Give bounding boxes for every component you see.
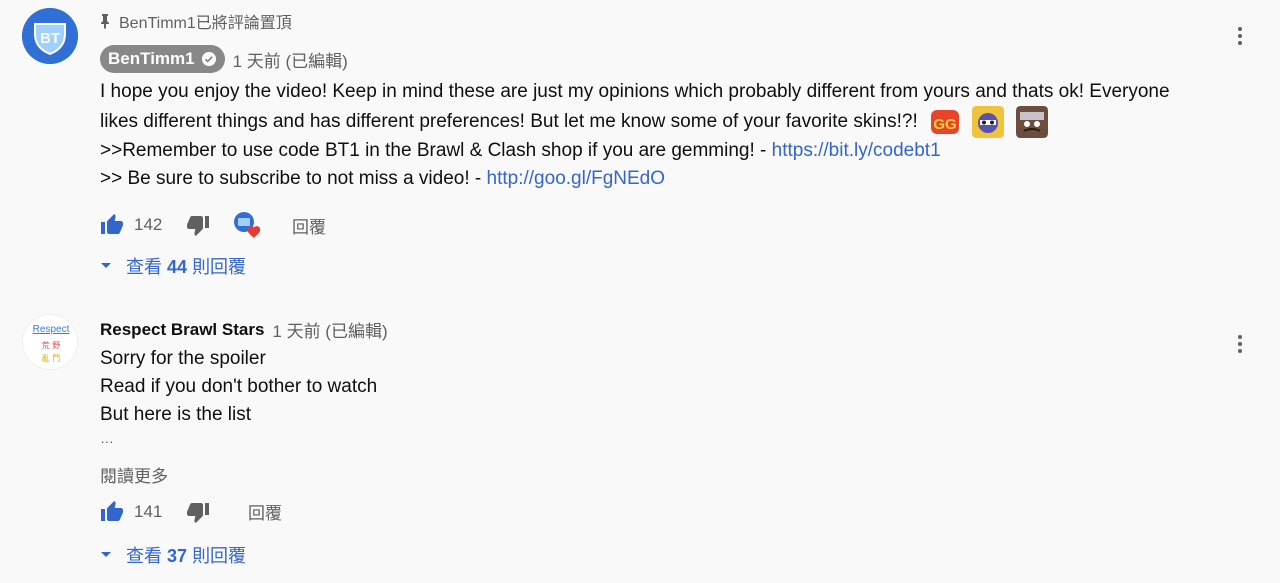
- avatar[interactable]: Respect 荒 野 亂 鬥: [22, 314, 78, 370]
- comment-thread: BT BenTimm1已將評論置頂 BenTimm1 1 天前 (已編輯) I …: [0, 0, 1280, 290]
- comment-header: Respect Brawl Stars 1 天前 (已編輯): [100, 317, 388, 342]
- view-replies-prefix: 查看: [126, 546, 162, 566]
- svg-text:BT: BT: [40, 30, 60, 47]
- caret-down-icon: [101, 263, 111, 268]
- like-count: 142: [134, 215, 163, 234]
- dislike-button[interactable]: [186, 500, 210, 524]
- view-replies-label: 查看 44 則回覆: [126, 253, 246, 279]
- pinned-label: BenTimm1已將評論置頂: [119, 15, 292, 32]
- creator-heart[interactable]: [232, 210, 264, 240]
- thumbs-up-icon[interactable]: [100, 500, 124, 524]
- avatar[interactable]: BT: [22, 8, 78, 64]
- subscribe-link[interactable]: http://goo.gl/FgNEdO: [487, 168, 666, 189]
- code-text: >>Remember to use code BT1 in the Brawl …: [100, 140, 772, 161]
- verified-check-icon: [201, 52, 216, 66]
- more-options-icon[interactable]: [1228, 24, 1252, 48]
- dislike-button[interactable]: [186, 213, 210, 237]
- replies-count: 37: [167, 546, 188, 566]
- view-replies-suffix: 則回覆: [192, 546, 247, 566]
- author-name[interactable]: Respect Brawl Stars: [100, 320, 264, 340]
- comment-thread: Respect 荒 野 亂 鬥 Respect Brawl Stars 1 天前…: [0, 300, 1280, 583]
- view-replies-suffix: 則回覆: [192, 257, 247, 277]
- svg-text:GG: GG: [933, 116, 956, 133]
- respect-logo-icon: Respect 荒 野 亂 鬥: [23, 315, 77, 369]
- thumbs-down-icon: [187, 216, 209, 236]
- comment-header: BenTimm1 1 天前 (已編輯): [100, 45, 348, 73]
- view-replies-label: 查看 37 則回覆: [126, 542, 246, 568]
- reply-button[interactable]: 回覆: [292, 213, 326, 238]
- replies-count: 44: [167, 257, 188, 277]
- comment-line: But here is the list: [100, 404, 252, 425]
- pinned-indicator: BenTimm1已將評論置頂: [99, 9, 292, 33]
- comment-line-subscribe: >> Be sure to subscribe to not miss a vi…: [100, 168, 665, 190]
- reply-button[interactable]: 回覆: [248, 499, 282, 524]
- comment-actions: 141 回覆: [100, 499, 282, 524]
- codebt1-link[interactable]: https://bit.ly/codebt1: [772, 140, 941, 161]
- read-more-button[interactable]: 閱讀更多: [100, 462, 168, 487]
- brawler-emoji-1-icon: [972, 106, 1005, 138]
- svg-text:荒 野: 荒 野: [42, 340, 61, 350]
- pin-icon: [101, 14, 109, 29]
- svg-text:Respect: Respect: [33, 324, 70, 335]
- view-replies-button[interactable]: 查看 37 則回覆: [100, 542, 246, 568]
- comment-line: Sorry for the spoiler: [100, 348, 266, 369]
- ellipsis: …: [100, 430, 114, 446]
- comment-line-code: >>Remember to use code BT1 in the Brawl …: [100, 140, 941, 162]
- svg-text:亂 鬥: 亂 鬥: [42, 353, 61, 363]
- comment-body: I hope you enjoy the video! Keep in mind…: [100, 81, 1170, 133]
- creator-heart-icon: [234, 212, 261, 238]
- gg-emoji-icon: GG: [931, 110, 960, 134]
- view-replies-prefix: 查看: [126, 257, 162, 277]
- comment-timestamp[interactable]: 1 天前 (已編輯): [272, 317, 387, 342]
- like-count: 141: [134, 501, 163, 521]
- more-options-icon[interactable]: [1228, 332, 1252, 356]
- comment-line: Read if you don't bother to watch: [100, 376, 378, 397]
- bt-logo-icon: BT: [22, 8, 78, 64]
- caret-down-icon: [101, 552, 111, 557]
- comment-actions: 142 回覆: [100, 210, 326, 240]
- subscribe-text: >> Be sure to subscribe to not miss a vi…: [100, 168, 487, 189]
- comment-timestamp[interactable]: 1 天前 (已編輯): [233, 47, 348, 72]
- author-name: BenTimm1: [108, 49, 195, 68]
- thumbs-down-icon: [187, 502, 209, 523]
- brawler-emoji-2-icon: [1015, 106, 1048, 138]
- view-replies-button[interactable]: 查看 44 則回覆: [100, 253, 246, 279]
- comment-text: I hope you enjoy the video! Keep in mind…: [100, 77, 1200, 138]
- channel-owner-badge[interactable]: BenTimm1: [100, 45, 225, 73]
- thumbs-up-icon[interactable]: [100, 213, 124, 237]
